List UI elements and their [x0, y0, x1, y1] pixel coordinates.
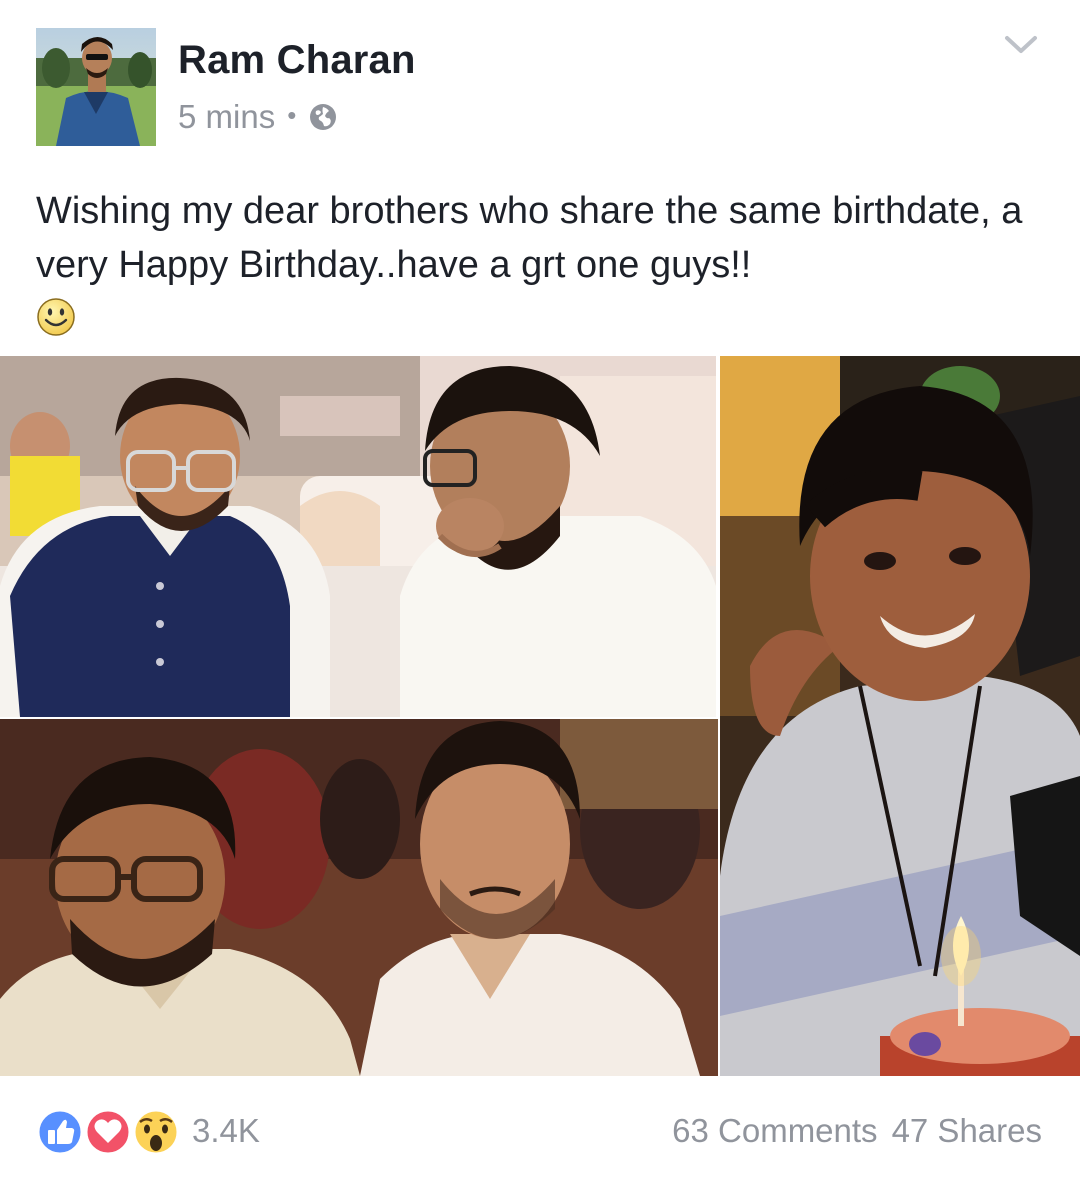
post-timestamp[interactable]: 5 mins — [178, 98, 275, 136]
reaction-icons[interactable] — [36, 1108, 184, 1156]
shares-count[interactable]: 47 Shares — [892, 1112, 1042, 1149]
post-message: Wishing my dear brothers who share the s… — [36, 190, 1023, 286]
like-icon — [36, 1108, 84, 1156]
post-header: Ram Charan 5 mins • — [0, 0, 1080, 170]
meta-separator: • — [287, 99, 297, 130]
photo-boy-birthday-cake[interactable] — [720, 356, 1080, 1076]
reaction-count[interactable]: 3.4K — [192, 1112, 260, 1150]
photo-collage[interactable] — [0, 356, 1080, 1076]
post-meta: 5 mins • — [178, 98, 338, 136]
author-name[interactable]: Ram Charan — [178, 38, 416, 83]
wow-icon — [132, 1108, 180, 1156]
comments-count[interactable]: 63 Comments — [672, 1112, 877, 1149]
engagement-counts: 63 Comments 47 Shares — [672, 1112, 1042, 1150]
post-footer: 3.4K 63 Comments 47 Shares — [0, 1090, 1080, 1174]
chevron-down-icon[interactable] — [1004, 34, 1038, 56]
smiley-emoji — [36, 297, 76, 337]
post-text: Wishing my dear brothers who share the s… — [36, 184, 1056, 346]
photo-two-men-smiling[interactable] — [0, 719, 718, 1076]
facebook-post: Ram Charan 5 mins • Wishing my dear brot… — [0, 0, 1080, 1185]
photo-two-men-glasses[interactable] — [0, 356, 716, 717]
love-icon — [84, 1108, 132, 1156]
globe-icon — [308, 102, 338, 132]
author-avatar[interactable] — [36, 28, 156, 146]
